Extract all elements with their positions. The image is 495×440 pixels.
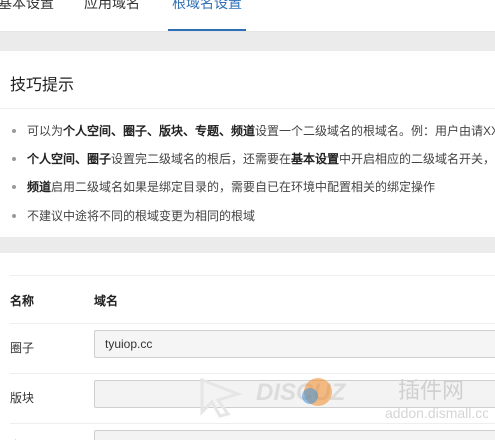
forum-domain-input[interactable] — [94, 380, 495, 408]
divider — [10, 323, 495, 324]
row-label-forum: 版块 — [10, 391, 35, 405]
tips-title: 技巧提示 — [10, 77, 75, 94]
tips-header: 技巧提示 — [0, 51, 495, 109]
tip-item-1: 可以为个人空间、圈子、版块、专题、频道设置一个二级域名的根域名。例：用户由请XX — [12, 124, 495, 138]
tab-basic-settings[interactable]: 基本设置 — [0, 0, 54, 31]
bullet-icon — [12, 156, 16, 161]
divider — [10, 275, 495, 276]
domain-settings-panel: 名称 域名 圈子 版块 专题 — [0, 253, 495, 440]
bullet-icon — [12, 184, 16, 189]
column-header-name: 名称 — [10, 294, 35, 308]
divider — [10, 423, 495, 424]
tab-root-domain-settings[interactable]: 根域名设置 — [168, 0, 246, 31]
tips-panel: 技巧提示 可以为个人空间、圈子、版块、专题、频道设置一个二级域名的根域名。例：用… — [0, 51, 495, 237]
tip-item-3: 频道启用二级域名如果是绑定目录的，需要自已在环境中配置相关的绑定操作 — [12, 180, 435, 194]
column-header-domain: 域名 — [94, 294, 119, 308]
tab-app-domains[interactable]: 应用域名 — [84, 0, 140, 31]
bullet-icon — [12, 213, 16, 218]
circle-domain-input[interactable] — [94, 330, 495, 358]
bullet-icon — [12, 128, 16, 133]
topic-domain-input[interactable] — [94, 430, 495, 440]
tab-bar: 基本设置 应用域名 根域名设置 — [0, 0, 495, 32]
root-domain-settings-page: 基本设置 应用域名 根域名设置 技巧提示 可以为个人空间、圈子、版块、专题、频道… — [0, 0, 495, 440]
tip-item-2: 个人空间、圈子设置完二级域名的根后，还需要在基本设置中开启相应的二级域名开关， — [12, 152, 495, 166]
row-label-circle: 圈子 — [10, 341, 35, 355]
divider — [10, 373, 495, 374]
tip-item-4: 不建议中途将不同的根域变更为相同的根域 — [12, 209, 255, 223]
